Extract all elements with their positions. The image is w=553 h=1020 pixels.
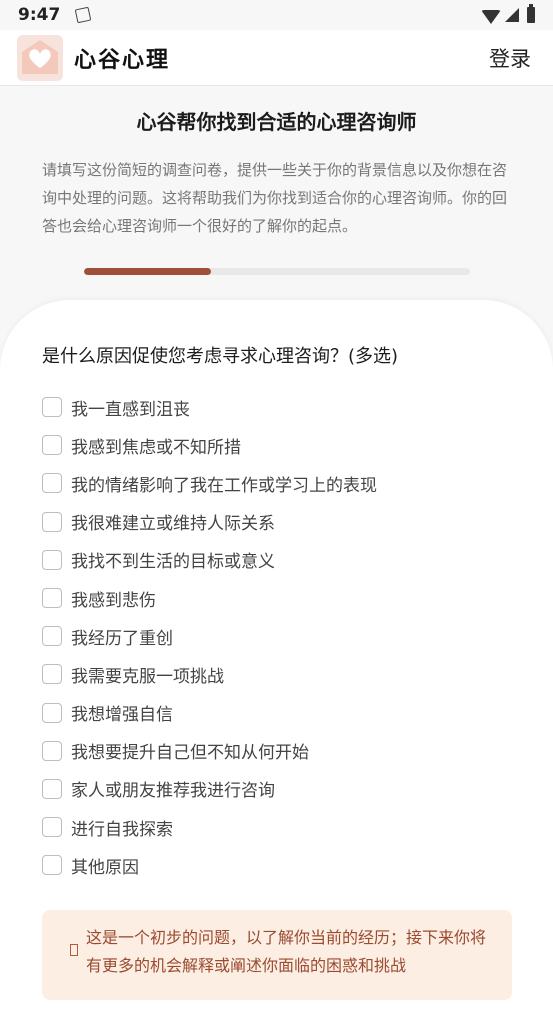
checkbox[interactable] [42, 435, 62, 456]
page-title: 心谷帮你找到合适的心理咨询师 [136, 110, 417, 134]
wifi-icon [481, 10, 501, 24]
option-item[interactable]: 我想增强自信 [42, 694, 512, 732]
option-item[interactable]: 家人或朋友推荐我进行咨询 [42, 770, 512, 808]
brand-name: 心谷心理 [74, 47, 171, 73]
progress-fill [84, 268, 212, 275]
option-item[interactable]: 我一直感到沮丧 [42, 388, 512, 426]
checkbox[interactable] [42, 511, 62, 532]
option-item[interactable]: 我感到焦虑或不知所措 [42, 426, 512, 464]
checkbox[interactable] [42, 702, 62, 723]
progress-bar [84, 268, 470, 275]
option-label: 我很难建立或维持人际关系 [71, 514, 275, 535]
login-button[interactable]: 登录 [489, 43, 531, 73]
option-item[interactable]: 我经历了重创 [42, 617, 512, 655]
brand[interactable]: 心谷心理 [16, 34, 170, 82]
signal-icon [505, 8, 519, 22]
option-item[interactable]: 我找不到生活的目标或意义 [42, 541, 512, 579]
option-item[interactable]: 我的情绪影响了我在工作或学习上的表现 [42, 464, 512, 502]
checkbox[interactable] [42, 397, 62, 418]
option-label: 我经历了重创 [71, 628, 173, 649]
checkbox[interactable] [42, 664, 62, 685]
notification-icon [74, 6, 92, 24]
checkbox[interactable] [42, 549, 62, 570]
checkbox[interactable] [42, 626, 62, 647]
option-label: 家人或朋友推荐我进行咨询 [71, 781, 275, 802]
option-label: 进行自我探索 [71, 819, 173, 840]
option-label: 我的情绪影响了我在工作或学习上的表现 [71, 475, 377, 496]
option-item[interactable]: 我很难建立或维持人际关系 [42, 503, 512, 541]
checkbox[interactable] [42, 473, 62, 494]
status-time: 9:47 [18, 5, 61, 25]
question-title: 是什么原因促使您考虑寻求心理咨询？(多选) [42, 346, 399, 367]
option-label: 我感到悲伤 [71, 590, 156, 611]
status-bar: 9:47 [0, 0, 553, 30]
option-label: 我需要克服一项挑战 [71, 666, 224, 687]
option-label: 我一直感到沮丧 [71, 399, 190, 420]
app-header: 心谷心理 登录 [0, 30, 553, 86]
checkbox[interactable] [42, 588, 62, 609]
page-description: 请填写这份简短的调查问卷，提供一些关于你的背景信息以及你想在咨询中处理的问题。这… [42, 161, 508, 235]
checkbox[interactable] [42, 778, 62, 799]
option-item[interactable]: 其他原因 [42, 846, 512, 884]
battery-icon [527, 4, 535, 23]
option-label: 我想要提升自己但不知从何开始 [71, 743, 309, 764]
option-label: 我找不到生活的目标或意义 [71, 552, 275, 573]
option-label: 其他原因 [71, 857, 139, 878]
options-list: 我一直感到沮丧我感到焦虑或不知所措我的情绪影响了我在工作或学习上的表现 我很难建立… [42, 388, 512, 884]
checkbox[interactable] [42, 855, 62, 876]
option-label: 我想增强自信 [71, 705, 173, 726]
option-item[interactable]: 我需要克服一项挑战 [42, 655, 512, 693]
option-label: 我感到焦虑或不知所措 [71, 437, 241, 458]
option-item[interactable]: 我想要提升自己但不知从何开始 [42, 732, 512, 770]
survey-card: 是什么原因促使您考虑寻求心理咨询？(多选) 我一直感到沮丧 我感到焦虑或不知所措我… [0, 300, 553, 1020]
notice-text: 这是一个初步的问题，以了解你当前的经历；接下来你将有更多的机会解释或阐述你面临的… [86, 928, 487, 975]
checkbox[interactable] [42, 740, 62, 761]
info-icon [70, 944, 78, 956]
option-item[interactable]: 进行自我探索 [42, 808, 512, 846]
notice-box: 这是一个初步的问题，以了解你当前的经历；接下来你将有更多的机会解释或阐述你面临的… [42, 910, 512, 1000]
option-item[interactable]: 我感到悲伤 [42, 579, 512, 617]
checkbox[interactable] [42, 817, 62, 838]
logo-icon [16, 34, 64, 82]
hero-section: 心谷帮你找到合适的心理咨询师 请填写这份简短的调查问卷，提供一些关于你的背景信息… [0, 86, 553, 326]
